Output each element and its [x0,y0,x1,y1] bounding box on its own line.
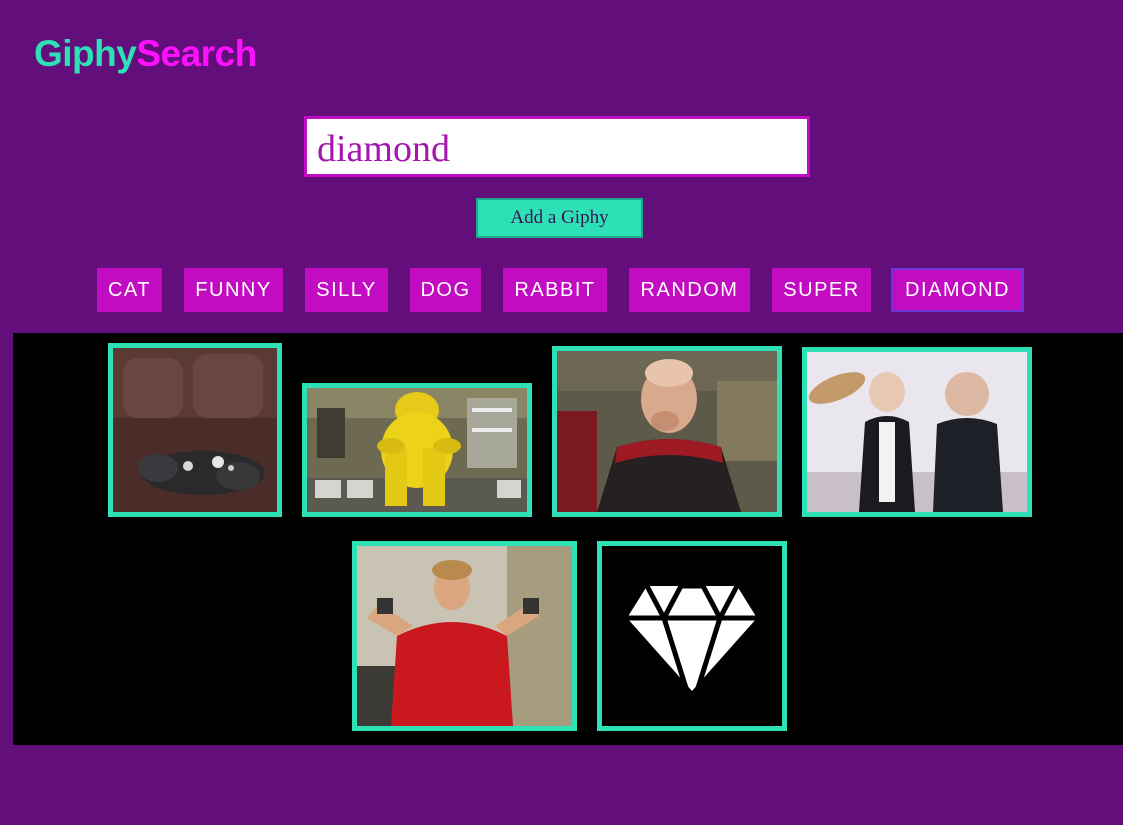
diamond-icon [602,546,782,726]
gif-man-in-red-shirt-flexing[interactable] [352,541,577,731]
search-input[interactable] [304,116,810,177]
gif-image [113,348,277,512]
gif-elderly-couple-with-burrito[interactable] [802,347,1032,517]
app-logo: GiphySearch [34,32,257,76]
tag-button-row: CAT FUNNY SILLY DOG RABBIT RANDOM SUPER … [0,268,1123,312]
gif-fluffy-dog-on-leather-chair[interactable] [108,343,282,517]
logo-text-giphy: Giphy [34,33,137,74]
gif-image [807,352,1027,512]
tag-button-funny[interactable]: FUNNY [184,268,283,312]
tag-button-silly[interactable]: SILLY [305,268,388,312]
gif-image [357,546,572,726]
tag-button-random[interactable]: RANDOM [629,268,750,312]
add-giphy-button[interactable]: Add a Giphy [476,198,643,238]
tag-button-cat[interactable]: CAT [97,268,162,312]
tag-button-super[interactable]: SUPER [772,268,871,312]
gif-image [557,351,777,512]
tag-button-diamond[interactable]: DIAMOND [891,268,1024,312]
logo-text-search: Search [136,33,257,74]
tag-button-dog[interactable]: DOG [410,268,481,312]
gif-captain-laughing[interactable] [552,346,782,517]
gif-white-diamond-icon[interactable] [597,541,787,731]
gif-results-panel [13,333,1123,745]
gif-person-in-yellow-hazmat-suit[interactable] [302,383,532,517]
gif-image [307,388,527,512]
tag-button-rabbit[interactable]: RABBIT [503,268,607,312]
